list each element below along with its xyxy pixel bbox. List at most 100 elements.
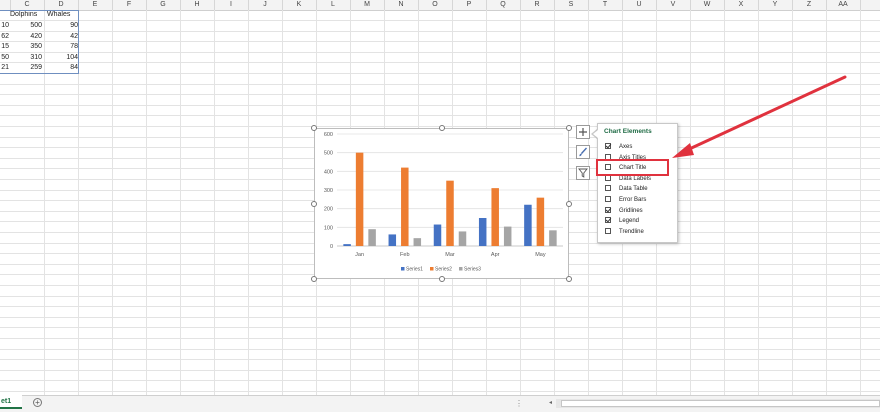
chart-filters-button[interactable] bbox=[576, 166, 590, 180]
chart-title-highlight-box bbox=[596, 159, 669, 176]
column-header-r[interactable]: R bbox=[520, 0, 554, 10]
chart-element-option[interactable]: Data Table bbox=[605, 185, 648, 194]
checkbox-unchecked-icon[interactable] bbox=[605, 227, 611, 234]
column-header-s[interactable]: S bbox=[554, 0, 588, 10]
grid-hline bbox=[0, 391, 880, 392]
table-cell-b[interactable]: 50 bbox=[0, 53, 9, 63]
table-cell-d[interactable]: 42 bbox=[42, 32, 78, 42]
table-cell-d[interactable]: 104 bbox=[42, 53, 78, 63]
column-header-p[interactable]: P bbox=[452, 0, 486, 10]
scrollbar-thumb[interactable] bbox=[561, 400, 880, 407]
checkbox-unchecked-icon[interactable] bbox=[605, 196, 611, 202]
column-header-l[interactable]: L bbox=[316, 0, 350, 10]
table-cell-c[interactable]: 259 bbox=[9, 63, 42, 73]
legend-swatch bbox=[401, 267, 405, 271]
header-dolphins[interactable]: Dolphins bbox=[10, 10, 37, 20]
chart-element-option[interactable]: Data Labels bbox=[605, 174, 652, 184]
panel-pointer-inner bbox=[593, 130, 598, 138]
column-header-aa[interactable]: AA bbox=[826, 0, 860, 10]
chart-element-option[interactable]: Axes bbox=[605, 143, 632, 152]
grid-hline bbox=[0, 31, 880, 32]
option-label: Data Labels bbox=[619, 175, 652, 182]
column-header-k[interactable]: K bbox=[282, 0, 316, 10]
column-header-bar: C D E F G H I J K L M N O P Q R S T U V W X Y Z AA bbox=[0, 0, 880, 11]
column-header-m[interactable]: M bbox=[350, 0, 384, 10]
bar-series1-jan bbox=[343, 244, 351, 246]
resize-handle[interactable] bbox=[566, 200, 572, 207]
grid-hline bbox=[0, 370, 880, 371]
column-header-i[interactable]: I bbox=[214, 0, 248, 10]
x-tick-label: Feb bbox=[400, 252, 409, 258]
table-cell-b[interactable]: 10 bbox=[0, 21, 9, 31]
chart-styles-button[interactable] bbox=[576, 145, 590, 159]
option-label: Gridlines bbox=[619, 207, 643, 214]
table-cell-b[interactable]: 15 bbox=[0, 42, 9, 52]
add-sheet-button[interactable]: + bbox=[33, 398, 42, 407]
chart-element-option[interactable]: Trendline bbox=[605, 227, 644, 237]
x-tick-label: May bbox=[535, 252, 546, 258]
table-cell-c[interactable]: 350 bbox=[9, 42, 42, 52]
table-cell-d[interactable]: 90 bbox=[42, 21, 78, 31]
column-header-j[interactable]: J bbox=[248, 0, 282, 10]
grid-hline bbox=[0, 20, 880, 21]
column-header-e[interactable]: E bbox=[78, 0, 112, 10]
column-header-u[interactable]: U bbox=[622, 0, 656, 10]
column-header-n[interactable]: N bbox=[384, 0, 418, 10]
checkbox-checked-icon[interactable] bbox=[605, 143, 611, 149]
resize-handle[interactable] bbox=[438, 276, 445, 282]
table-cell-b[interactable]: 62 bbox=[0, 32, 9, 42]
chart-element-option[interactable]: Error Bars bbox=[605, 196, 646, 205]
table-cell-d[interactable]: 84 bbox=[42, 63, 78, 73]
scroll-left-icon[interactable]: ◂ bbox=[549, 399, 556, 408]
resize-handle[interactable] bbox=[438, 125, 445, 131]
column-header-w[interactable]: W bbox=[690, 0, 724, 10]
table-cell-c[interactable]: 310 bbox=[9, 53, 42, 63]
resize-handle[interactable] bbox=[566, 125, 572, 131]
x-tick-label: Mar bbox=[445, 252, 455, 258]
bar-series3-jan bbox=[368, 229, 376, 246]
y-tick-label: 300 bbox=[324, 188, 333, 194]
bar-series3-apr bbox=[503, 226, 512, 246]
chart-element-option[interactable]: Legend bbox=[605, 217, 639, 226]
column-header-x[interactable]: X bbox=[724, 0, 758, 10]
checkbox-checked-icon[interactable] bbox=[605, 206, 611, 213]
chart-element-option[interactable]: Gridlines bbox=[605, 206, 643, 216]
column-header-c[interactable]: C bbox=[10, 0, 44, 10]
spreadsheet-grid[interactable]: C D E F G H I J K L M N O P Q R S T U V W X Y Z AA Dolphins Whal… bbox=[0, 0, 880, 395]
bar-series2-apr bbox=[491, 188, 499, 246]
bar-series3-feb bbox=[413, 238, 422, 246]
checkbox-unchecked-icon[interactable] bbox=[605, 185, 611, 192]
column-header-f[interactable]: F bbox=[112, 0, 146, 10]
table-cell-c[interactable]: 500 bbox=[9, 21, 42, 31]
column-header-z[interactable]: Z bbox=[792, 0, 826, 10]
checkbox-checked-icon[interactable] bbox=[605, 217, 611, 224]
chart-elements-button[interactable] bbox=[576, 125, 590, 139]
header-whales[interactable]: Whales bbox=[47, 10, 70, 20]
grid-hline bbox=[0, 327, 880, 328]
sheet-tab[interactable]: et1 bbox=[0, 395, 22, 409]
table-cell-d[interactable]: 78 bbox=[42, 42, 78, 52]
resize-handle[interactable] bbox=[311, 200, 317, 207]
grid-hline bbox=[0, 380, 880, 381]
chart-area[interactable]: 0 100 200 300 400 500 600 Jan Feb Mar Apr May Series… bbox=[314, 128, 569, 279]
column-header-h[interactable]: H bbox=[180, 0, 214, 10]
resize-handle[interactable] bbox=[566, 276, 572, 282]
legend-swatch bbox=[459, 267, 463, 271]
column-header-d[interactable]: D bbox=[44, 0, 78, 10]
column-header-v[interactable]: V bbox=[656, 0, 690, 10]
legend-label: Series1 bbox=[406, 267, 423, 273]
chart-plot: 0 100 200 300 400 500 600 Jan Feb Mar Apr May Series… bbox=[324, 132, 563, 273]
table-cell-b[interactable]: 21 bbox=[0, 63, 9, 73]
column-header-g[interactable]: G bbox=[146, 0, 180, 10]
table-cell-c[interactable]: 420 bbox=[9, 32, 42, 42]
column-header-t[interactable]: T bbox=[588, 0, 622, 10]
column-header-o[interactable]: O bbox=[418, 0, 452, 10]
column-header-y[interactable]: Y bbox=[758, 0, 792, 10]
grid-hline bbox=[0, 306, 880, 307]
grid-hline bbox=[0, 52, 880, 53]
resize-handle[interactable] bbox=[311, 125, 317, 131]
grid-hline bbox=[0, 62, 880, 63]
column-header-q[interactable]: Q bbox=[486, 0, 520, 10]
resize-handle[interactable] bbox=[311, 276, 317, 282]
tab-split-icon[interactable]: ⋮ bbox=[515, 399, 524, 408]
